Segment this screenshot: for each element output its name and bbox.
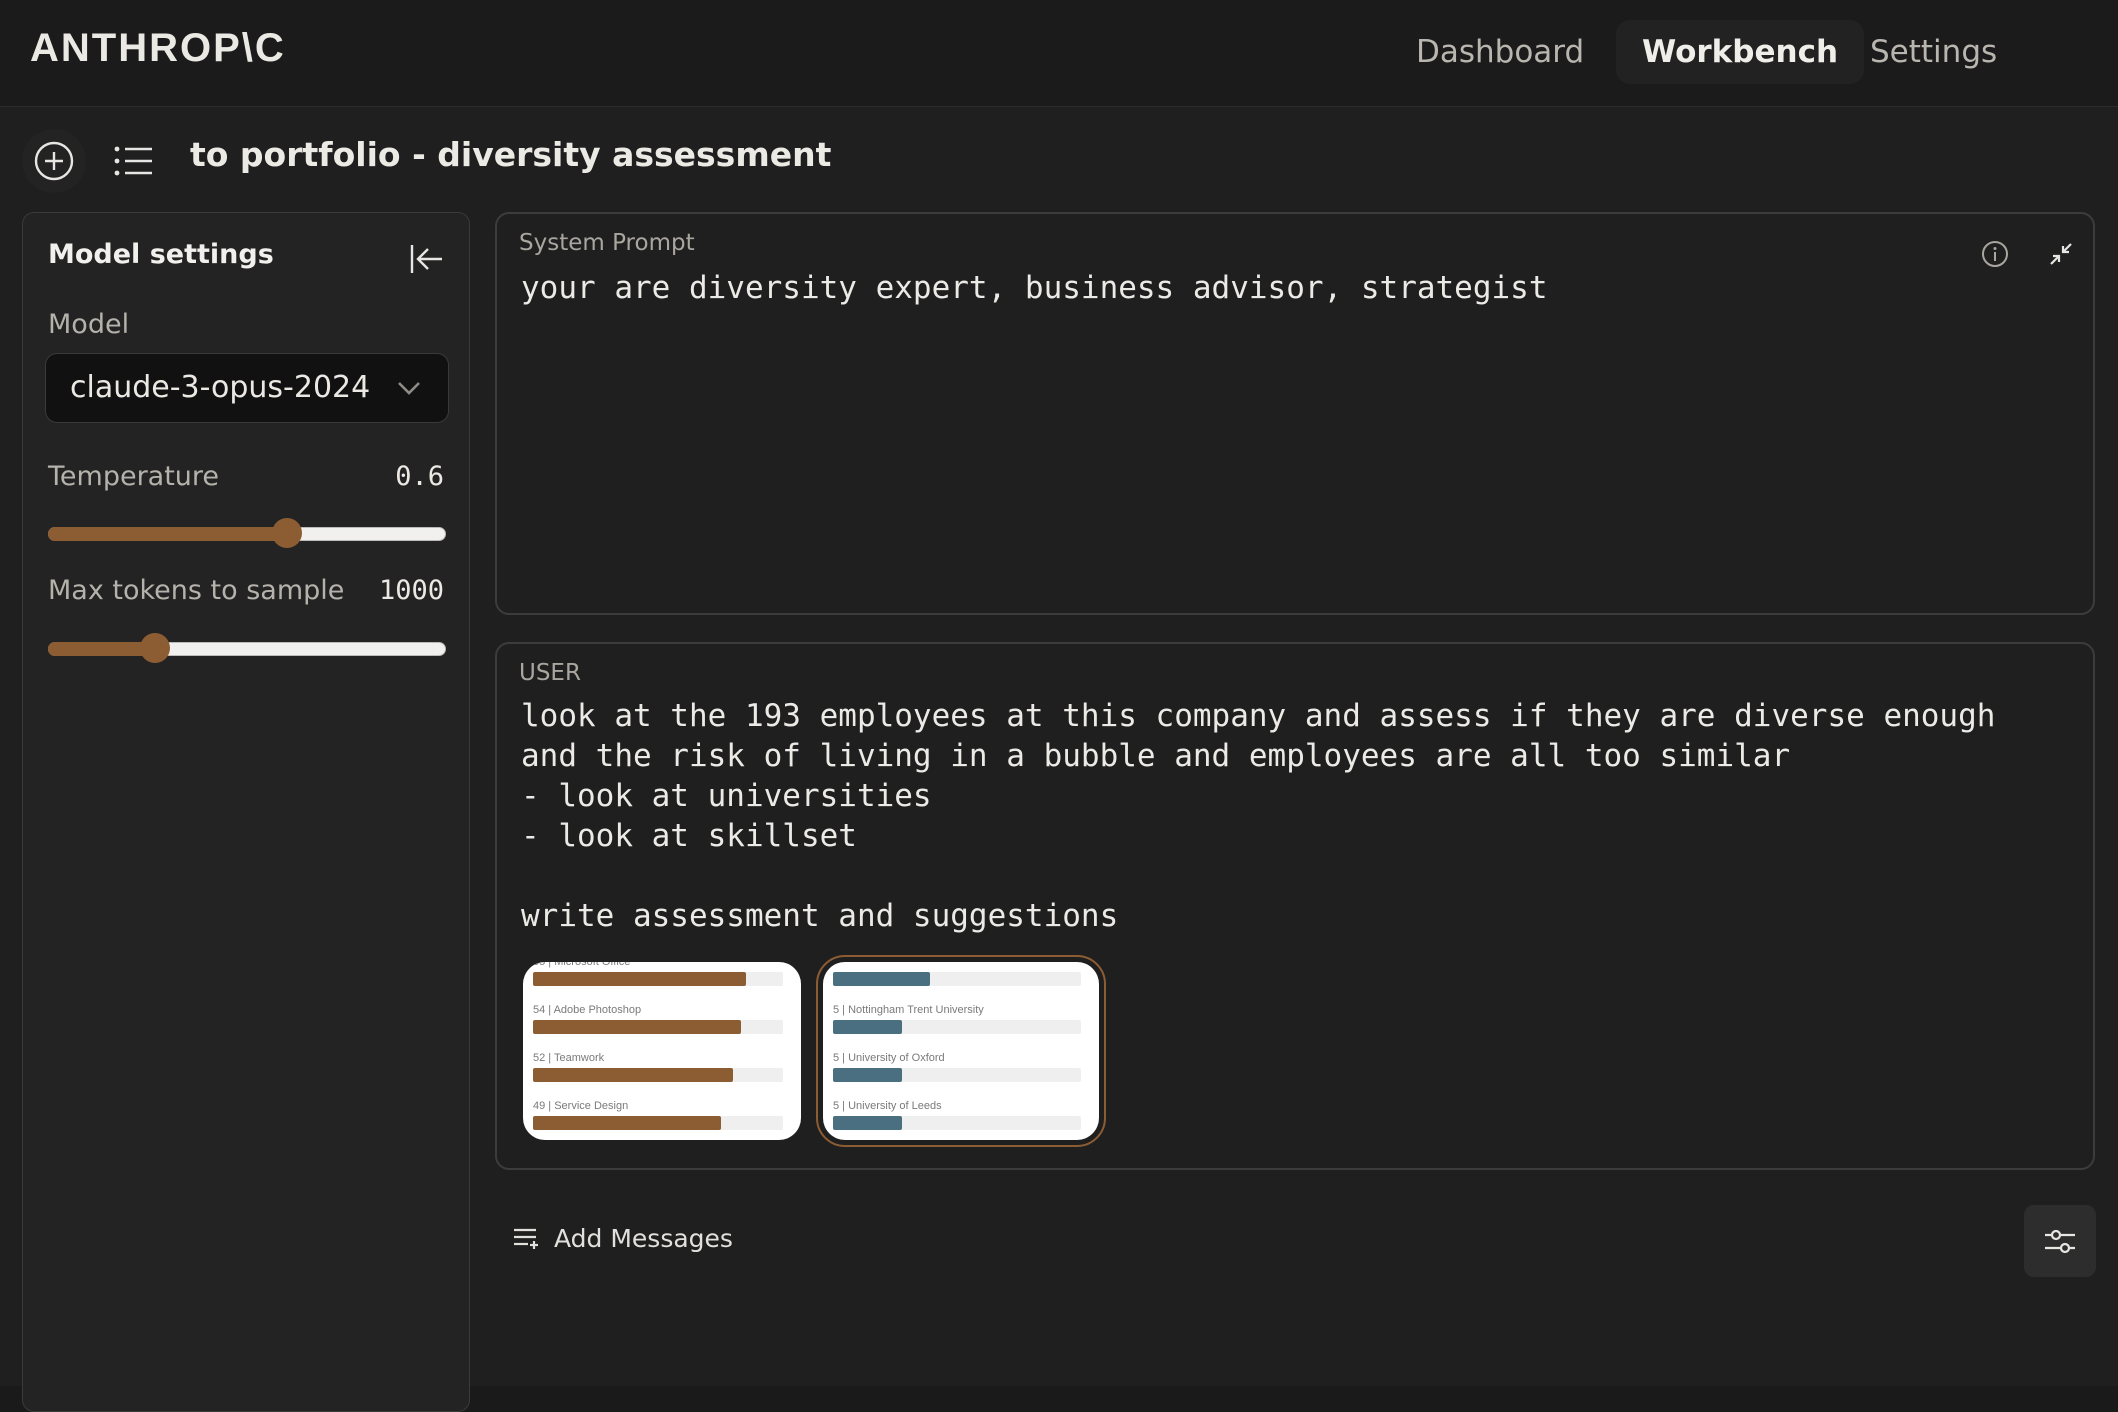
top-navigation-bar: ANTHROP\C Dashboard Workbench Settings xyxy=(0,0,2118,107)
info-icon xyxy=(1982,241,2008,267)
chart-bar-row: 49 | Service Design xyxy=(533,1100,783,1140)
slider-thumb[interactable] xyxy=(140,633,171,663)
chart-bar-row: 5 | Nottingham Trent University xyxy=(833,1004,1081,1044)
new-prompt-button[interactable] xyxy=(22,129,86,193)
chart-bar-row: 55 | Microsoft Office xyxy=(533,962,783,996)
slider-fill xyxy=(48,642,156,656)
chart-bar-row: 54 | Adobe Photoshop xyxy=(533,1004,783,1044)
workbench-workspace: to portfolio - diversity assessment Mode… xyxy=(0,107,2118,1412)
chart-bar xyxy=(533,972,746,986)
plus-circle-icon xyxy=(34,141,74,181)
temperature-value: 0.6 xyxy=(395,461,444,492)
collapse-sidebar-button[interactable] xyxy=(406,239,446,279)
user-message-panel: USER look at the 193 employees at this c… xyxy=(495,642,2095,1170)
chart-bar xyxy=(833,1116,903,1130)
chart-bar xyxy=(833,1020,903,1034)
model-select[interactable]: claude-3-opus-20240229 xyxy=(45,353,449,423)
add-messages-label: Add Messages xyxy=(554,1224,733,1253)
model-settings-title: Model settings xyxy=(48,239,274,270)
attachment-universities-chart[interactable]: 5 | Nottingham Trent University 5 | Unive… xyxy=(816,955,1106,1147)
chart-bar xyxy=(533,1116,721,1130)
model-label: Model xyxy=(48,309,130,340)
list-icon xyxy=(114,146,152,176)
prompt-list-button[interactable] xyxy=(110,137,158,185)
attachment-skills-chart[interactable]: 55 | Microsoft Office 54 | Adobe Photosho… xyxy=(523,962,801,1140)
run-settings-button[interactable] xyxy=(2024,1205,2096,1277)
prompt-title[interactable]: to portfolio - diversity assessment xyxy=(190,135,831,174)
system-prompt-input[interactable]: your are diversity expert, business advi… xyxy=(521,268,1548,308)
minimize-arrows-icon xyxy=(2050,243,2072,265)
max-tokens-value: 1000 xyxy=(378,575,444,606)
chart-bar-label: 5 | Nottingham Trent University xyxy=(833,1004,984,1016)
chart-bar xyxy=(833,972,930,986)
chart-bar-row: 5 | University of Oxford xyxy=(833,1052,1081,1092)
chart-bar-label: 55 | Microsoft Office xyxy=(533,962,631,968)
temperature-label: Temperature xyxy=(48,461,220,492)
nav-dashboard[interactable]: Dashboard xyxy=(1390,20,1610,84)
user-role-label: USER xyxy=(519,660,581,686)
chart-bar-label: 5 | University of Leeds xyxy=(833,1100,942,1112)
chart-bar-row: 5 | University of Leeds xyxy=(833,1100,1081,1140)
sliders-icon xyxy=(2045,1229,2075,1254)
add-list-icon xyxy=(514,1228,538,1249)
chart-bar xyxy=(533,1068,733,1082)
temperature-slider[interactable] xyxy=(48,517,446,549)
chevron-down-icon xyxy=(398,382,420,395)
max-tokens-slider[interactable] xyxy=(48,632,446,664)
chart-bar-label: 54 | Adobe Photoshop xyxy=(533,1004,642,1016)
chart-bar xyxy=(533,1020,741,1034)
nav-settings[interactable]: Settings xyxy=(1844,20,2023,84)
system-prompt-label: System Prompt xyxy=(519,230,695,256)
system-prompt-panel: System Prompt your are diversity expert,… xyxy=(495,212,2095,615)
add-messages-button[interactable]: Add Messages xyxy=(512,1224,733,1253)
anthropic-logo[interactable]: ANTHROP\C xyxy=(30,26,286,71)
slider-thumb[interactable] xyxy=(271,518,302,548)
model-settings-panel: Model settings Model claude-3-opus-20240… xyxy=(22,212,470,1412)
slider-fill xyxy=(48,527,287,541)
max-tokens-label: Max tokens to sample xyxy=(48,575,345,606)
collapse-left-icon xyxy=(410,245,442,273)
chart-bar-label: 52 | Teamwork xyxy=(533,1052,605,1064)
chart-bar-label: 49 | Service Design xyxy=(533,1100,629,1112)
prompt-toolbar: to portfolio - diversity assessment xyxy=(0,107,2118,212)
user-message-input[interactable]: look at the 193 employees at this compan… xyxy=(521,696,1995,936)
chart-bar-label: 5 | University of Oxford xyxy=(833,1052,945,1064)
chart-bar-row xyxy=(833,962,1081,996)
nav-workbench[interactable]: Workbench xyxy=(1616,20,1865,84)
info-button[interactable] xyxy=(1977,236,2013,272)
model-select-value: claude-3-opus-20240229 xyxy=(70,370,370,405)
chart-bar-row: 52 | Teamwork xyxy=(533,1052,783,1092)
minimize-button[interactable] xyxy=(2043,236,2079,272)
chart-bar xyxy=(833,1068,903,1082)
